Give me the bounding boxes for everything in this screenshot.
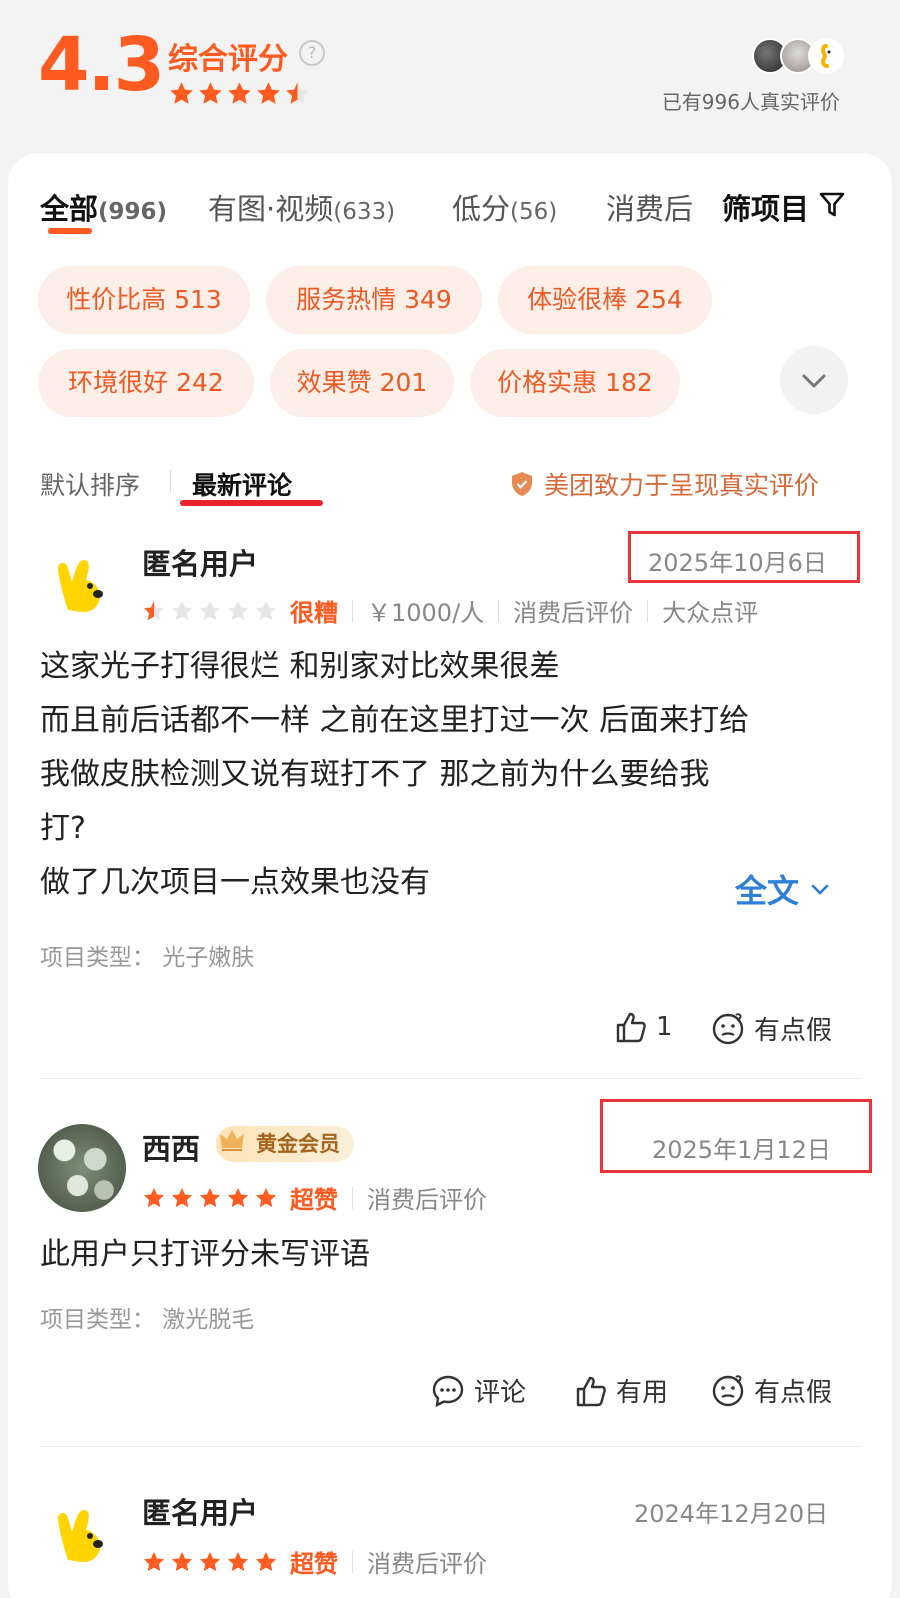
sort-default[interactable]: 默认排序 xyxy=(40,466,140,502)
review-meta: 很糟 ￥1000/人 消费后评价 大众点评 xyxy=(142,593,758,628)
shield-icon xyxy=(512,472,532,496)
star-icon xyxy=(144,1551,164,1571)
star-icon xyxy=(172,1187,192,1207)
reviewer-avatars xyxy=(752,38,844,74)
avatar xyxy=(808,38,844,74)
sort-latest[interactable]: 最新评论 xyxy=(192,466,292,502)
star-icon xyxy=(144,1187,164,1207)
tab-active-indicator xyxy=(48,228,92,234)
sort-active-indicator xyxy=(180,500,323,506)
reviewer-name[interactable]: 匿名用户 xyxy=(142,1490,258,1532)
review-date: 2025年10月6日 xyxy=(648,549,827,577)
tab-all[interactable]: 全部(996) xyxy=(40,186,167,228)
real-review-count[interactable]: 已有996人真实评价 xyxy=(662,86,840,115)
review-meta: 超赞 消费后评价 xyxy=(142,1544,487,1579)
overall-score: 4.3 xyxy=(38,22,165,108)
doubt-face-icon xyxy=(712,1374,744,1406)
thumbs-up-icon xyxy=(576,1376,606,1406)
review-meta: 超赞 消费后评价 xyxy=(142,1180,487,1215)
like-button[interactable]: 1 xyxy=(614,1010,673,1044)
tag-chip[interactable]: 环境很好 242 xyxy=(38,349,254,417)
trust-notice[interactable]: 美团致力于呈现真实评价 xyxy=(510,466,819,502)
comment-button[interactable]: 评论 xyxy=(430,1372,526,1409)
tag-chip[interactable]: 体验很棒 254 xyxy=(498,266,712,334)
star-icon xyxy=(172,600,192,620)
divider xyxy=(40,1078,860,1079)
star-icon xyxy=(257,82,280,104)
chevron-down-icon xyxy=(802,374,826,388)
star-icon xyxy=(228,1187,248,1207)
help-icon[interactable]: ? xyxy=(299,40,325,66)
overall-stars xyxy=(168,80,313,110)
tag-chip[interactable]: 效果赞 201 xyxy=(270,349,454,417)
expand-full-text-button[interactable]: 全文 xyxy=(735,866,833,912)
avatar xyxy=(38,1124,126,1212)
fake-report-button[interactable]: 有点假 xyxy=(710,1372,832,1409)
avatar xyxy=(39,541,123,625)
reviewer-name[interactable]: 西西 xyxy=(142,1126,200,1168)
chevron-down-icon xyxy=(811,884,829,895)
divider xyxy=(40,1446,860,1447)
tag-chip[interactable]: 性价比高 513 xyxy=(38,266,250,334)
useful-button[interactable]: 有用 xyxy=(574,1372,668,1409)
divider xyxy=(170,470,171,492)
star-icon xyxy=(172,1551,192,1571)
filter-button[interactable]: 筛项目 xyxy=(718,186,810,228)
star-icon xyxy=(199,82,222,104)
star-icon xyxy=(256,600,276,620)
score-label: 综合评分 xyxy=(168,42,288,77)
review-date: 2025年1月12日 xyxy=(652,1136,831,1164)
project-type: 项目类型： 光子嫩肤 xyxy=(40,945,255,971)
thumbs-up-icon xyxy=(616,1012,646,1043)
star-icon xyxy=(256,1551,276,1571)
comment-icon xyxy=(432,1375,464,1407)
doubt-face-icon xyxy=(712,1012,744,1044)
star-icon xyxy=(200,1551,220,1571)
star-icon xyxy=(228,600,248,620)
star-icon xyxy=(200,1187,220,1207)
project-type: 项目类型： 激光脱毛 xyxy=(40,1307,255,1333)
review-content: 此用户只打评分未写评语 xyxy=(40,1237,370,1272)
reviewer-name[interactable]: 匿名用户 xyxy=(142,541,258,583)
half-star-icon xyxy=(286,82,309,104)
star-icon xyxy=(170,82,193,104)
tag-chip[interactable]: 服务热情 349 xyxy=(266,266,482,334)
fake-report-button[interactable]: 有点假 xyxy=(710,1010,832,1047)
star-icon xyxy=(256,1187,276,1207)
star-icon xyxy=(200,600,220,620)
avatar xyxy=(39,1491,123,1575)
star-icon xyxy=(228,82,251,104)
tab-low-score[interactable]: 低分(56) xyxy=(452,186,557,228)
tab-photo-video[interactable]: 有图·视频(633) xyxy=(208,186,395,228)
filter-icon[interactable] xyxy=(818,190,846,220)
review-date: 2024年12月20日 xyxy=(634,1500,829,1528)
crown-icon xyxy=(220,1130,244,1151)
dog-icon xyxy=(820,44,831,68)
expand-tags-button[interactable] xyxy=(780,346,848,414)
review-content: 这家光子打得很烂 和别家对比效果很差 而且前后话都不一样 之前在这里打过一次 后… xyxy=(40,649,750,900)
half-star-icon xyxy=(144,600,164,620)
tab-after-consumption[interactable]: 消费后 xyxy=(606,186,693,228)
tag-chip[interactable]: 价格实惠 182 xyxy=(470,349,680,417)
star-icon xyxy=(228,1551,248,1571)
